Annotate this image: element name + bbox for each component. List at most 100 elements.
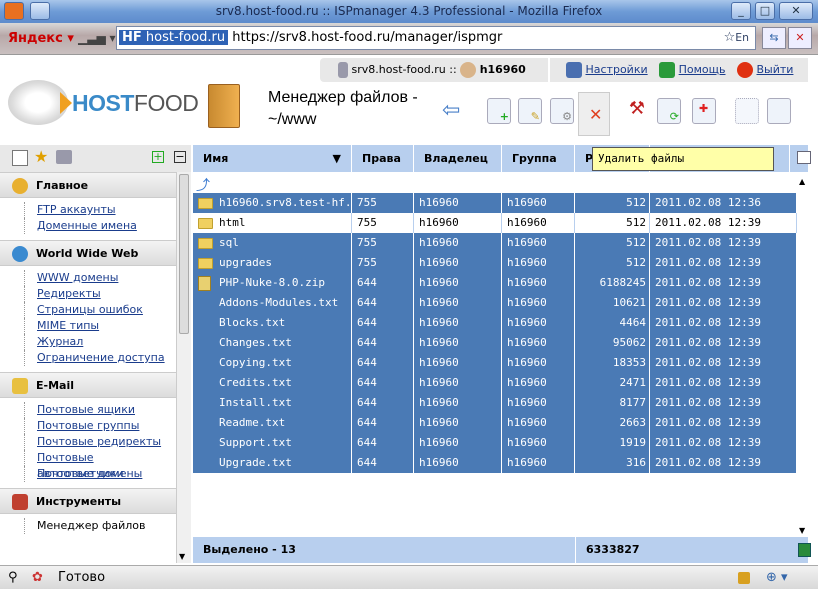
url-bar[interactable]: HF host-food.ru https://srv8.host-food.r…	[116, 26, 756, 50]
column-name[interactable]: Имя ▼	[193, 145, 352, 172]
reload-icon[interactable]: ⇆	[762, 27, 786, 49]
sidebar-item-mime[interactable]: MIME типы	[24, 318, 176, 334]
table-row[interactable]: Install.txt 644 h16960 h16960 8177 2011.02.08…	[193, 393, 797, 413]
sidebar-item-mail-domains[interactable]: Почтовые домены	[24, 466, 176, 482]
cut-button[interactable]	[735, 98, 759, 124]
date-text: 2011.02.08 12:39	[655, 236, 761, 249]
cell-size: 1919	[575, 433, 650, 453]
table-row[interactable]: PHP-Nuke-8.0.zip 644 h16960 h16960 6188245 20…	[193, 273, 797, 293]
owner-text: h16960	[419, 236, 459, 249]
sidebar-section-tools[interactable]: Инструменты	[0, 488, 176, 514]
cell-date: 2011.02.08 12:36	[650, 193, 797, 213]
close-button[interactable]: ✕	[779, 2, 813, 20]
briefcase-icon[interactable]	[56, 150, 72, 164]
cell-owner: h16960	[414, 193, 502, 213]
scroll-down-icon[interactable]: ▼	[179, 552, 185, 561]
lock-icon[interactable]	[738, 572, 750, 584]
cell-group: h16960	[502, 393, 575, 413]
globe-icon	[12, 246, 28, 262]
list-view-icon[interactable]	[12, 150, 28, 166]
sidebar-item-domains[interactable]: Доменные имена	[24, 218, 176, 234]
edit-file-button[interactable]: ✎	[518, 98, 542, 124]
export-excel-icon[interactable]	[798, 543, 811, 557]
sidebar-item-redirects[interactable]: Редиректы	[24, 286, 176, 302]
owner-text: h16960	[419, 276, 459, 289]
sidebar-item-mailboxes[interactable]: Почтовые ящики	[24, 402, 176, 418]
cell-size: 6188245	[575, 273, 650, 293]
table-row[interactable]: Upgrade.txt 644 h16960 h16960 316 2011.02.08 …	[193, 453, 797, 473]
settings-link[interactable]: Настройки	[586, 63, 648, 76]
sidebar-section-www[interactable]: World Wide Web	[0, 240, 176, 266]
perm-text: 644	[357, 456, 377, 469]
sidebar-item-autoresponders[interactable]: Почтовые автоответчики	[24, 450, 176, 480]
table-settings-icon[interactable]	[797, 151, 811, 164]
signal-icon[interactable]: ▁▃▅ ▾	[78, 31, 116, 45]
table-scrollbar[interactable]: ▲ ▼	[797, 173, 809, 537]
collapse-all-icon[interactable]: −	[174, 151, 186, 163]
table-row[interactable]: Blocks.txt 644 h16960 h16960 4464 2011.02.08 …	[193, 313, 797, 333]
table-row[interactable]: Changes.txt 644 h16960 h16960 95062 2011.02.0…	[193, 333, 797, 353]
sidebar-scroll-thumb[interactable]	[179, 174, 189, 334]
table-row[interactable]: Support.txt 644 h16960 h16960 1919 2011.02.08…	[193, 433, 797, 453]
firefox-icon[interactable]	[4, 2, 24, 20]
stop-icon[interactable]: ✕	[788, 27, 812, 49]
archive-button[interactable]: ⚒	[625, 98, 649, 124]
date-text: 2011.02.08 12:39	[655, 276, 761, 289]
table-row[interactable]: sql 755 h16960 h16960 512 2011.02.08 12:39	[193, 233, 797, 253]
new-file-button[interactable]: +	[487, 98, 511, 124]
sidebar-item-file-manager[interactable]: Менеджер файлов	[24, 518, 176, 534]
cell-size: 512	[575, 233, 650, 253]
favorites-star-icon[interactable]: ★	[34, 147, 48, 166]
sidebar-item-mail-groups[interactable]: Почтовые группы	[24, 418, 176, 434]
table-row[interactable]: Copying.txt 644 h16960 h16960 18353 2011.02.0…	[193, 353, 797, 373]
table-row[interactable]: upgrades 755 h16960 h16960 512 2011.02.08 12:…	[193, 253, 797, 273]
perm-text: 755	[357, 216, 377, 229]
page-title-text: Менеджер файлов -	[268, 89, 418, 106]
sidebar-item-www-domains[interactable]: WWW домены	[24, 270, 176, 286]
table-row[interactable]: Addons-Modules.txt 644 h16960 h16960 10621 20…	[193, 293, 797, 313]
addon-icon[interactable]: ✿	[32, 566, 43, 590]
sidebar-section-main[interactable]: Главное	[0, 172, 176, 198]
scroll-up-icon[interactable]: ▲	[799, 177, 805, 186]
owner-text: h16960	[419, 356, 459, 369]
minimize-button[interactable]: _	[731, 2, 751, 20]
scroll-down-icon[interactable]: ▼	[799, 526, 805, 535]
file-properties-button[interactable]: ⚙	[550, 98, 574, 124]
sidebar-item-log[interactable]: Журнал	[24, 334, 176, 350]
sidebar-item-ftp[interactable]: FTP аккаунты	[24, 202, 176, 218]
maximize-button[interactable]: □	[755, 2, 775, 20]
table-row[interactable]: h16960.srv8.test-hf.ru 755 h16960 h16960 512…	[193, 193, 797, 213]
cell-perm: 755	[352, 193, 414, 213]
expand-all-icon[interactable]: +	[152, 151, 164, 163]
column-owner[interactable]: Владелец	[414, 145, 502, 172]
column-permissions[interactable]: Права	[352, 145, 414, 172]
table-row[interactable]: html 755 h16960 h16960 512 2011.02.08 12:39	[193, 213, 797, 233]
first-aid-button[interactable]: ✚	[692, 98, 716, 124]
bookmark-star-icon[interactable]: ☆En	[724, 27, 749, 49]
window-menu-icon[interactable]	[30, 2, 50, 20]
sidebar-scrollbar[interactable]: ▼	[177, 172, 191, 563]
delete-files-button[interactable]: ✕	[578, 92, 610, 136]
column-group[interactable]: Группа	[502, 145, 575, 172]
copy-button[interactable]	[767, 98, 791, 124]
replace-button[interactable]: ⟳	[657, 98, 681, 124]
parent-directory-icon[interactable]: ⤴	[196, 175, 210, 195]
name-text: Upgrade.txt	[219, 456, 292, 469]
search-icon[interactable]: ⚲	[8, 566, 18, 590]
logout-link[interactable]: Выйти	[757, 63, 794, 76]
size-text: 2471	[619, 376, 647, 389]
zoom-icon[interactable]: ⊕ ▾	[766, 566, 788, 590]
cell-perm: 644	[352, 293, 414, 313]
text-file-icon	[198, 336, 211, 351]
yandex-button[interactable]: Яндекс ▾	[8, 31, 74, 46]
server-icon	[338, 62, 348, 78]
help-link[interactable]: Помощь	[679, 63, 726, 76]
table-row[interactable]: Readme.txt 644 h16960 h16960 2663 2011.02.08 …	[193, 413, 797, 433]
site-identity-button[interactable]: HF host-food.ru	[119, 30, 229, 45]
back-button[interactable]: ⇦	[442, 98, 466, 124]
sidebar-item-access[interactable]: Ограничение доступа	[24, 350, 176, 366]
table-row[interactable]: Credits.txt 644 h16960 h16960 2471 2011.02.08…	[193, 373, 797, 393]
sidebar-item-mail-redirects[interactable]: Почтовые редиректы	[24, 434, 176, 450]
sidebar-item-error-pages[interactable]: Страницы ошибок	[24, 302, 176, 318]
sidebar-section-email[interactable]: E-Mail	[0, 372, 176, 398]
